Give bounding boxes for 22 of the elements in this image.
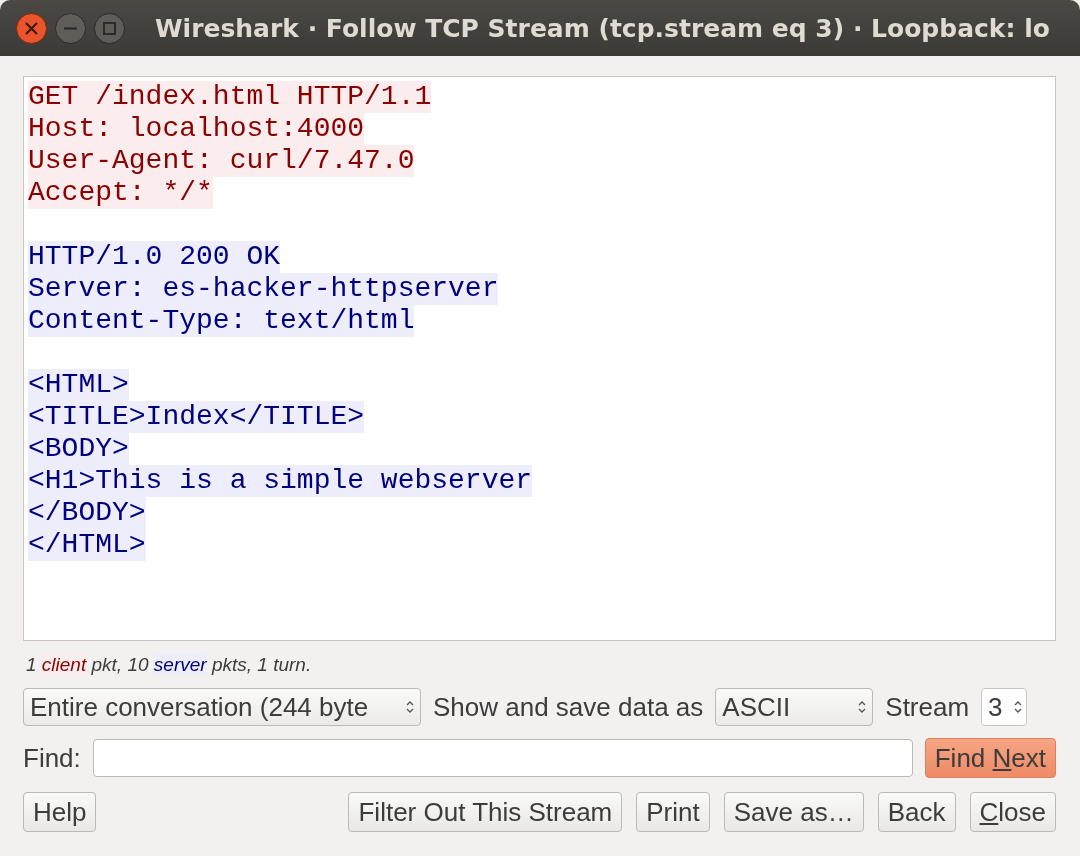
packet-summary: 1 client pkt, 10 server pkts, 1 turn. <box>26 654 313 676</box>
find-label: Find: <box>23 742 81 774</box>
conversation-select[interactable]: Entire conversation (244 byte <box>23 688 421 726</box>
find-next-button[interactable]: Find Next <box>924 738 1056 778</box>
dialog-button[interactable]: Help <box>23 792 97 832</box>
dialog-button[interactable]: Filter Out This Stream <box>348 792 623 832</box>
maximize-icon[interactable] <box>94 12 125 44</box>
select-arrows-icon <box>858 700 867 714</box>
show-as-label: Show and save data as <box>433 691 704 723</box>
close-icon[interactable] <box>16 12 47 44</box>
dialog-button[interactable]: Back <box>877 792 956 832</box>
stream-spinbox[interactable]: 3 <box>981 688 1028 726</box>
select-arrows-icon <box>406 700 414 714</box>
window-title: Wireshark · Follow TCP Stream (tcp.stream eq 3) · Loopback: lo <box>155 13 1050 43</box>
minimize-icon[interactable] <box>55 12 86 44</box>
dialog-button[interactable]: Close <box>969 792 1056 832</box>
dialog-button[interactable]: Save as… <box>723 792 864 832</box>
select-arrows-icon <box>1014 700 1023 714</box>
find-field[interactable] <box>92 739 913 777</box>
format-select[interactable]: ASCII <box>715 688 874 726</box>
dialog-button[interactable]: Print <box>636 792 710 832</box>
stream-label: Stream <box>885 691 970 723</box>
